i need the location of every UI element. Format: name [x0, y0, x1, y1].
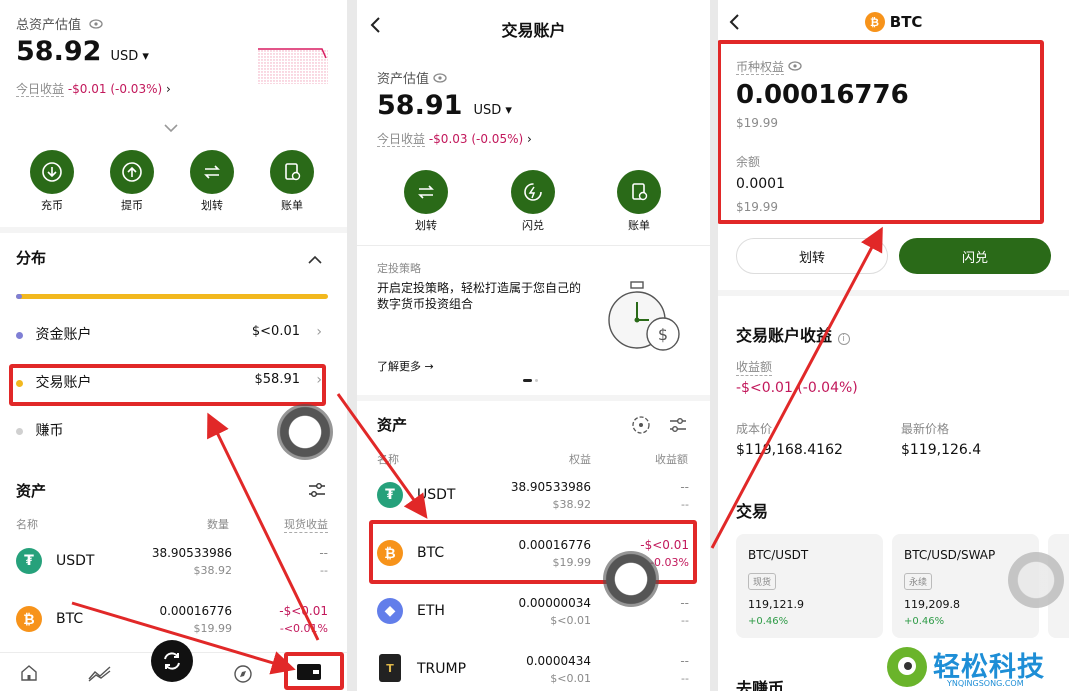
- assets-title: 资产: [16, 482, 47, 500]
- account-row-funding[interactable]: 资金账户 $<0.01 ›: [16, 324, 328, 348]
- sparkline-chart: [258, 44, 328, 84]
- transfer-label: 划转: [415, 219, 437, 232]
- distribution-title: 分布: [16, 249, 47, 267]
- col-pnl: 现货收益: [284, 518, 328, 533]
- col-name: 名称: [377, 453, 399, 466]
- distribution-bar: [16, 294, 328, 299]
- page-title: BTC: [889, 13, 923, 31]
- trading-account-panel: 交易账户 资产估值 58.91 USD ▾ 今日收益 -$0.03 (-0.05…: [357, 0, 710, 691]
- eth-icon: ◆: [377, 598, 403, 624]
- bill-label: 账单: [628, 219, 650, 232]
- explore-icon[interactable]: [233, 664, 253, 688]
- btc-detail-panel: ₿ BTC 币种权益 0.00016776 $19.99 余额 0.0001 $…: [718, 0, 1069, 691]
- transfer-button[interactable]: 划转: [736, 238, 888, 274]
- est-label: 资产估值: [377, 72, 430, 87]
- transfer-label: 划转: [201, 199, 223, 212]
- trade-title: 交易: [736, 502, 769, 521]
- currency-select[interactable]: USD ▾: [111, 49, 149, 64]
- hide-small-icon[interactable]: [631, 415, 651, 439]
- touch-indicator: [1008, 552, 1064, 608]
- btc-icon: ₿: [864, 12, 885, 32]
- transfer-button[interactable]: [190, 150, 234, 194]
- last-price-label: 最新价格: [901, 422, 950, 436]
- chevron-down-icon[interactable]: [163, 118, 179, 137]
- markets-icon[interactable]: [88, 664, 112, 686]
- asset-row-usdt[interactable]: ₮ USDT 38.90533986 $38.92 -- --: [16, 540, 332, 586]
- pnl-value: -$<0.01 (-0.04%): [736, 380, 858, 396]
- last-price-value: $119,126.4: [901, 442, 982, 458]
- trade-swap-button[interactable]: [151, 640, 193, 682]
- touch-indicator: [603, 551, 659, 607]
- legend-dot: [16, 331, 23, 339]
- btc-icon: ₿: [16, 606, 42, 632]
- deposit-label: 充币: [41, 199, 63, 212]
- earn-section-title: 去赚币: [736, 679, 785, 691]
- flash-swap-button[interactable]: 闪兑: [899, 238, 1051, 274]
- filter-icon[interactable]: [669, 417, 687, 437]
- trading-amount: 58.91: [377, 90, 463, 121]
- eye-icon[interactable]: [433, 72, 447, 87]
- total-assets-label: 总资产估值: [16, 18, 82, 33]
- page-title: 交易账户: [501, 21, 566, 40]
- wallet-overview-panel: 总资产估值 58.92 USD ▾ 今日收益 -$0.01 (-0.03%) ›: [0, 0, 347, 691]
- carousel-dot: [535, 379, 538, 382]
- bill-button[interactable]: [270, 150, 314, 194]
- carousel-dot-active: [523, 379, 532, 382]
- col-equity: 权益: [569, 453, 591, 466]
- eye-icon[interactable]: [89, 18, 103, 33]
- bill-label: 账单: [281, 199, 303, 212]
- swap-icon: [164, 652, 180, 670]
- leaf-logo-icon: [887, 647, 927, 687]
- cost-label: 成本价: [736, 422, 773, 436]
- withdraw-button[interactable]: [110, 150, 154, 194]
- legend-dot: [16, 427, 23, 435]
- flash-swap-label: 闪兑: [522, 219, 544, 232]
- usdt-icon: ₮: [377, 482, 403, 508]
- asset-row-usdt[interactable]: ₮ USDT 38.90533986 $38.92 -- --: [377, 474, 691, 520]
- bill-button[interactable]: [617, 170, 661, 214]
- col-name: 名称: [16, 518, 38, 531]
- pair-card-btc-usdt[interactable]: BTC/USDT 现货 119,121.9 +0.46%: [736, 534, 883, 638]
- asset-row-btc[interactable]: ₿ BTC 0.00016776 $19.99 -$<0.01 -<0.01%: [16, 598, 332, 644]
- svg-text:$: $: [658, 325, 668, 344]
- trump-icon: T: [379, 654, 401, 682]
- assets-title: 资产: [377, 416, 408, 434]
- transfer-button[interactable]: [404, 170, 448, 214]
- cost-value: $119,168.4162: [736, 442, 843, 458]
- highlight-trading-account: [9, 364, 326, 406]
- withdraw-label: 提币: [121, 199, 143, 212]
- deposit-button[interactable]: [30, 150, 74, 194]
- asset-row-trump[interactable]: T TRUMP 0.0000434 $<0.01 -- --: [377, 648, 691, 691]
- highlight-wallet-tab: [284, 652, 344, 690]
- info-icon[interactable]: i: [837, 333, 850, 345]
- today-pnl-row[interactable]: 今日收益 -$0.01 (-0.03%) ›: [16, 80, 171, 97]
- today-pnl-row[interactable]: 今日收益 -$0.03 (-0.05%) ›: [377, 130, 532, 147]
- currency-select[interactable]: USD ▾: [474, 103, 512, 118]
- touch-indicator: [277, 404, 333, 460]
- section-title: 交易账户收益: [736, 326, 833, 345]
- pnl-label: 收益额: [736, 360, 773, 376]
- filter-icon[interactable]: [308, 482, 326, 502]
- flash-swap-button[interactable]: [511, 170, 555, 214]
- home-icon[interactable]: [20, 664, 38, 686]
- col-pnl: 收益额: [655, 453, 688, 466]
- usdt-icon: ₮: [16, 548, 42, 574]
- stopwatch-illustration: $: [605, 280, 685, 360]
- chevron-up-icon[interactable]: [307, 250, 323, 269]
- watermark: 轻松科技 YNQINGSONG.COM: [883, 643, 1069, 691]
- dca-banner[interactable]: 定投策略 开启定投策略，轻松打造属于您自己的数字货币投资组合 了解更多 → $: [357, 246, 710, 394]
- highlight-equity-box: [718, 40, 1044, 224]
- total-assets-amount: 58.92: [16, 36, 102, 67]
- col-qty: 数量: [207, 518, 229, 531]
